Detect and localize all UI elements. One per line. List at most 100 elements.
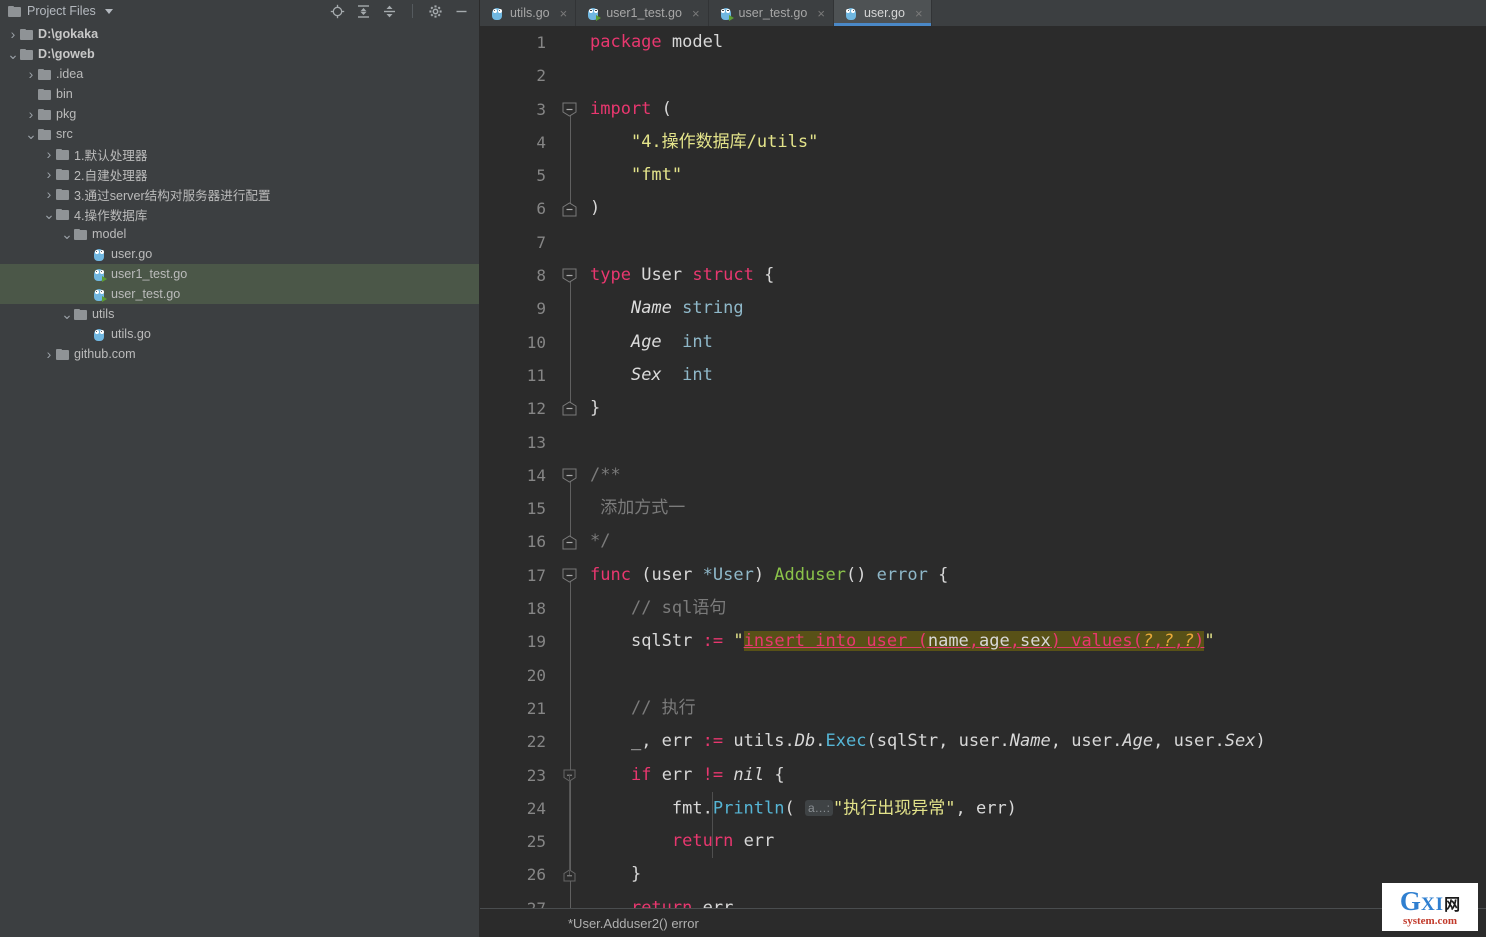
code-line[interactable]: 添加方式一 bbox=[582, 492, 1486, 525]
chevron-right-icon[interactable]: › bbox=[42, 144, 56, 164]
tree-item[interactable]: ›2.自建处理器 bbox=[0, 164, 479, 184]
tree-item-label: pkg bbox=[51, 107, 76, 121]
chevron-down-icon[interactable]: ⌄ bbox=[24, 124, 38, 144]
fold-end-icon[interactable] bbox=[562, 401, 577, 416]
fold-end-icon[interactable] bbox=[562, 202, 577, 217]
code-line[interactable]: Name string bbox=[582, 292, 1486, 325]
tree-item[interactable]: utils.go bbox=[0, 324, 479, 344]
editor-tab-label: user1_test.go bbox=[606, 6, 682, 20]
code-line[interactable] bbox=[582, 59, 1486, 92]
code-line[interactable]: Age int bbox=[582, 326, 1486, 359]
tree-item[interactable]: › pkg bbox=[0, 104, 479, 124]
close-icon[interactable]: × bbox=[817, 7, 825, 20]
code-line[interactable]: "fmt" bbox=[582, 159, 1486, 192]
code-line[interactable]: return err bbox=[582, 892, 1486, 908]
tree-item[interactable]: ⌄D:\goweb bbox=[0, 44, 479, 64]
code-line[interactable]: ) bbox=[582, 192, 1486, 225]
watermark-cn: 网 bbox=[1444, 897, 1460, 913]
code-line[interactable]: func (user *User) Adduser() error { bbox=[582, 559, 1486, 592]
chevron-right-icon[interactable]: › bbox=[42, 164, 56, 184]
tree-item[interactable]: ⌄model bbox=[0, 224, 479, 244]
code-line[interactable]: // sql语句 bbox=[582, 592, 1486, 625]
code-text[interactable]: package model import ( "4.操作数据库/utils" "… bbox=[582, 26, 1486, 908]
code-line[interactable]: } bbox=[582, 392, 1486, 425]
editor-tab[interactable]: user_test.go × bbox=[709, 0, 834, 26]
fold-end-icon-small[interactable] bbox=[563, 869, 578, 884]
locate-icon[interactable] bbox=[330, 4, 345, 19]
close-icon[interactable]: × bbox=[560, 7, 568, 20]
minimize-icon[interactable] bbox=[454, 4, 469, 19]
chevron-down-icon[interactable]: ⌄ bbox=[60, 304, 74, 324]
tree-item[interactable]: ⌄4.操作数据库 bbox=[0, 204, 479, 224]
sidebar-header: Project Files bbox=[0, 0, 479, 22]
line-number: 26 bbox=[480, 858, 558, 891]
fold-collapse-icon[interactable] bbox=[562, 568, 577, 583]
tree-item[interactable]: ›1.默认处理器 bbox=[0, 144, 479, 164]
project-files-title[interactable]: Project Files bbox=[8, 4, 113, 18]
line-number: 12 bbox=[480, 392, 558, 425]
line-number: 25 bbox=[480, 825, 558, 858]
tree-item[interactable]: bin bbox=[0, 84, 479, 104]
chevron-down-icon[interactable] bbox=[105, 9, 113, 14]
chevron-right-icon[interactable]: › bbox=[6, 24, 20, 44]
code-line[interactable]: "4.操作数据库/utils" bbox=[582, 126, 1486, 159]
code-line[interactable] bbox=[582, 226, 1486, 259]
code-line[interactable]: if err != nil { bbox=[582, 759, 1486, 792]
fold-collapse-icon[interactable] bbox=[562, 468, 577, 483]
editor-tab[interactable]: user1_test.go × bbox=[576, 0, 708, 26]
code-line[interactable]: package model bbox=[582, 26, 1486, 59]
code-line[interactable]: return err bbox=[582, 825, 1486, 858]
go-test-file-icon bbox=[719, 6, 733, 21]
code-line[interactable] bbox=[582, 426, 1486, 459]
collapse-all-icon[interactable] bbox=[382, 4, 397, 19]
project-tree[interactable]: ›D:\gokaka⌄D:\goweb›.ideabin›pkg⌄src›1.默… bbox=[0, 22, 479, 937]
close-icon[interactable]: × bbox=[915, 7, 923, 20]
tree-item-label: user1_test.go bbox=[106, 267, 187, 281]
code-line[interactable]: _, err := utils.Db.Exec(sqlStr, user.Nam… bbox=[582, 725, 1486, 758]
code-line[interactable]: type User struct { bbox=[582, 259, 1486, 292]
fold-end-icon[interactable] bbox=[562, 535, 577, 550]
code-line[interactable]: } bbox=[582, 858, 1486, 891]
code-line[interactable]: import ( bbox=[582, 93, 1486, 126]
toolbar-divider bbox=[412, 4, 413, 18]
tree-item-label: src bbox=[51, 127, 73, 141]
tree-item[interactable]: user1_test.go bbox=[0, 264, 479, 284]
editor-tab[interactable]: user.go× bbox=[834, 0, 932, 26]
fold-collapse-icon-small[interactable] bbox=[563, 769, 578, 784]
chevron-down-icon[interactable]: ⌄ bbox=[6, 44, 20, 64]
tree-item[interactable]: ⌄ src bbox=[0, 124, 479, 144]
editor-tab-label: user_test.go bbox=[739, 6, 808, 20]
gear-icon[interactable] bbox=[428, 4, 443, 19]
tree-item[interactable]: ›3.通过server结构对服务器进行配置 bbox=[0, 184, 479, 204]
tree-item[interactable]: ›github.com bbox=[0, 344, 479, 364]
code-line[interactable]: sqlStr := "insert into user (name,age,se… bbox=[582, 625, 1486, 658]
tree-item[interactable]: user_test.go bbox=[0, 284, 479, 304]
code-area[interactable]: 1234567891011121314151617181920212223242… bbox=[480, 26, 1486, 908]
code-line[interactable]: // 执行 bbox=[582, 692, 1486, 725]
tree-item[interactable]: ⌄utils bbox=[0, 304, 479, 324]
fold-collapse-icon[interactable] bbox=[562, 268, 577, 283]
fold-guide-line bbox=[570, 276, 571, 409]
line-number: 1 bbox=[480, 26, 558, 59]
fold-collapse-icon[interactable] bbox=[562, 102, 577, 117]
line-number: 13 bbox=[480, 426, 558, 459]
expand-all-icon[interactable] bbox=[356, 4, 371, 19]
code-line[interactable]: */ bbox=[582, 525, 1486, 558]
chevron-right-icon[interactable]: › bbox=[24, 104, 38, 124]
tree-item[interactable]: user.go bbox=[0, 244, 479, 264]
tree-item[interactable]: ›.idea bbox=[0, 64, 479, 84]
editor-tab[interactable]: utils.go× bbox=[480, 0, 576, 26]
code-line[interactable]: /** bbox=[582, 459, 1486, 492]
close-icon[interactable]: × bbox=[692, 7, 700, 20]
code-line[interactable] bbox=[582, 659, 1486, 692]
chevron-down-icon[interactable]: ⌄ bbox=[42, 204, 56, 224]
editor-tabbar[interactable]: utils.go×user1_test.go×user_test.go×user… bbox=[480, 0, 1486, 26]
chevron-right-icon[interactable]: › bbox=[24, 64, 38, 84]
tree-item[interactable]: ›D:\gokaka bbox=[0, 24, 479, 44]
chevron-down-icon[interactable]: ⌄ bbox=[60, 224, 74, 244]
code-folding-column[interactable] bbox=[558, 26, 582, 908]
code-line[interactable]: fmt.Println( a…:"执行出现异常", err) bbox=[582, 792, 1486, 825]
chevron-right-icon[interactable]: › bbox=[42, 344, 56, 364]
code-line[interactable]: Sex int bbox=[582, 359, 1486, 392]
chevron-right-icon[interactable]: › bbox=[42, 184, 56, 204]
